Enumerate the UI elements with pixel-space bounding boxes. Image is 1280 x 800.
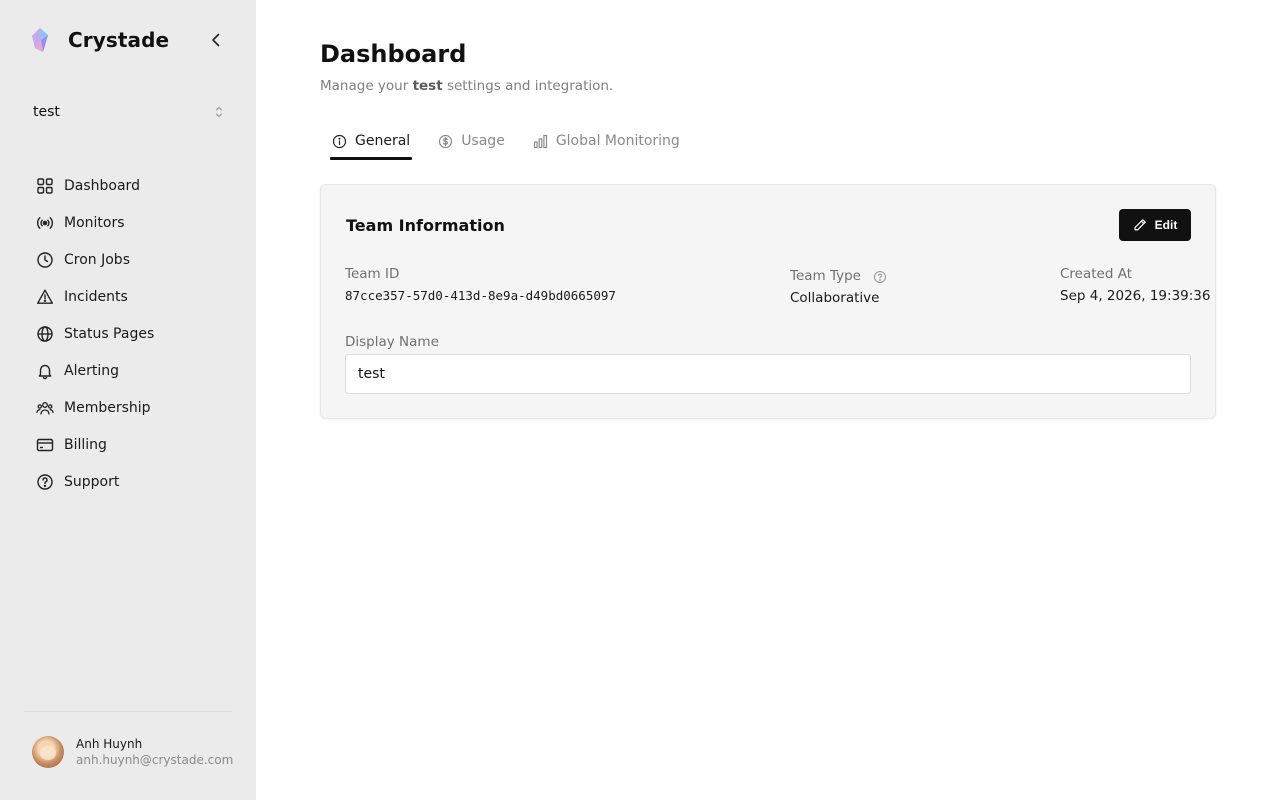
created-at-label: Created At (1060, 266, 1133, 282)
info-icon (332, 134, 347, 148)
edit-button[interactable]: Edit (1119, 209, 1191, 241)
bar-chart-icon (533, 134, 547, 148)
help-icon[interactable] (873, 270, 887, 284)
sidebar-item-label: Support (64, 473, 120, 490)
subtitle-prefix: Manage your (320, 78, 413, 94)
sidebar-item-label: Cron Jobs (64, 251, 130, 268)
credit-card-icon (36, 438, 54, 451)
user-profile[interactable]: Anh Huynh anh.huynh@crystade.com (32, 736, 233, 768)
sidebar-item-status-pages[interactable]: Status Pages (28, 315, 232, 352)
brand[interactable]: Crystade (28, 26, 169, 54)
team-information-card: Team Information Edit Team ID 87cce357-5… (320, 184, 1216, 419)
broadcast-icon (36, 216, 54, 229)
dollar-circle-icon (439, 134, 453, 148)
avatar (32, 736, 64, 768)
warning-icon (37, 289, 53, 304)
crystal-logo-icon (32, 28, 48, 52)
sidebar-item-support[interactable]: Support (28, 463, 232, 500)
bell-icon (38, 364, 52, 379)
team-id-value: 87cce357-57d0-413d-8e9a-d49bd0665097 (345, 288, 616, 303)
sidebar-item-label: Dashboard (64, 177, 140, 194)
page-title: Dashboard (320, 40, 467, 68)
main-content: Dashboard Manage your test settings and … (256, 0, 1280, 800)
users-icon (36, 401, 54, 415)
display-name-input[interactable] (345, 354, 1191, 394)
chevron-up-down-icon (215, 106, 223, 118)
tab-global-monitoring[interactable]: Global Monitoring (531, 124, 682, 158)
tab-label: General (355, 133, 411, 149)
tab-general[interactable]: General (330, 124, 413, 160)
user-name: Anh Huynh (76, 737, 143, 751)
sidebar-item-label: Billing (64, 436, 107, 453)
clock-icon (37, 251, 53, 268)
card-title: Team Information (346, 216, 505, 235)
sidebar-item-label: Monitors (64, 214, 125, 231)
globe-icon (37, 325, 53, 342)
chevron-left-icon (212, 33, 220, 47)
sidebar-item-label: Incidents (64, 288, 128, 305)
tab-label: Usage (461, 133, 505, 149)
sidebar-item-label: Status Pages (64, 325, 155, 342)
tab-usage[interactable]: Usage (436, 124, 507, 158)
sidebar-divider (24, 711, 232, 712)
sidebar-item-billing[interactable]: Billing (28, 426, 232, 463)
sidebar-item-membership[interactable]: Membership (28, 389, 232, 426)
pencil-icon (1134, 219, 1146, 231)
sidebar-item-label: Alerting (64, 362, 119, 379)
page-subtitle: Manage your test settings and integratio… (320, 78, 613, 94)
sidebar-item-monitors[interactable]: Monitors (28, 204, 232, 241)
tabs: General Usage Global Monitoring (330, 124, 706, 160)
team-selector[interactable]: test (24, 96, 232, 128)
team-id-label: Team ID (345, 266, 400, 282)
display-name-label: Display Name (345, 334, 439, 350)
team-type-value: Collaborative (790, 290, 880, 306)
sidebar-nav: Dashboard Monitors Cron Jobs Incidents S… (28, 167, 232, 500)
subtitle-team-name: test (412, 78, 443, 94)
edit-button-label: Edit (1154, 218, 1178, 232)
team-type-label: Team Type (790, 268, 861, 284)
sidebar-item-label: Membership (64, 399, 151, 416)
sidebar-item-alerting[interactable]: Alerting (28, 352, 232, 389)
team-selector-value: test (33, 104, 60, 120)
subtitle-suffix: settings and integration. (442, 78, 614, 94)
collapse-sidebar-button[interactable] (204, 28, 228, 52)
tab-label: Global Monitoring (555, 133, 680, 149)
sidebar-item-cron-jobs[interactable]: Cron Jobs (28, 241, 232, 278)
brand-name: Crystade (68, 28, 170, 52)
sidebar: Crystade test Dashboard Monitors Cron Jo… (0, 0, 256, 800)
user-email: anh.huynh@crystade.com (76, 753, 234, 767)
dashboard-grid-icon (37, 177, 53, 194)
sidebar-item-incidents[interactable]: Incidents (28, 278, 232, 315)
help-circle-icon (37, 473, 53, 490)
sidebar-item-dashboard[interactable]: Dashboard (28, 167, 232, 204)
created-at-value: Sep 4, 2026, 19:39:36 (1060, 288, 1211, 304)
